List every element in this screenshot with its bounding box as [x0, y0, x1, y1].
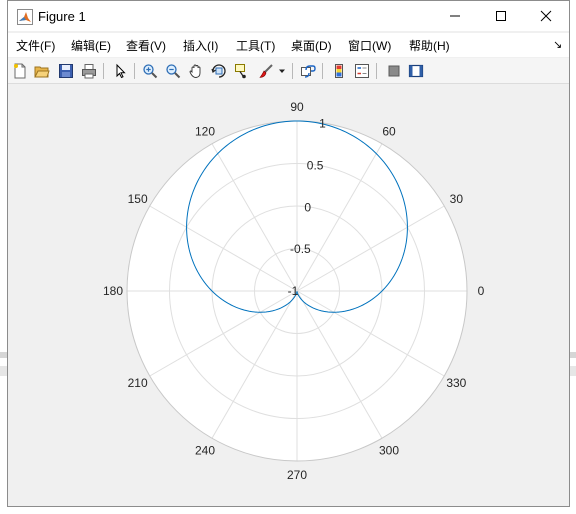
pan-hand-icon [189, 64, 201, 78]
toolbar [8, 58, 569, 84]
toolbar-separator [376, 63, 377, 79]
window-title: Figure 1 [38, 9, 86, 24]
theta-tick-label: 300 [379, 443, 399, 457]
new-figure-icon [14, 63, 26, 79]
menu-overflow-arrow[interactable]: ↘ [553, 38, 562, 51]
r-tick-label: -1 [288, 284, 299, 298]
menu-file[interactable]: 文件(F) [16, 37, 55, 54]
maximize-icon [496, 11, 506, 21]
toolbar-separator [322, 63, 323, 79]
hide-plot-tools-button[interactable] [384, 61, 404, 81]
close-button[interactable] [523, 1, 569, 31]
brush-dropdown-button[interactable] [276, 61, 288, 81]
menu-window[interactable]: 窗口(W) [348, 37, 391, 54]
menu-edit[interactable]: 编辑(E) [71, 37, 111, 54]
title-bar[interactable]: Figure 1 [8, 1, 569, 31]
r-tick-label: 0 [304, 200, 311, 214]
chevron-down-icon [279, 69, 285, 73]
figure-window: Figure 1 文件(F) 编辑(E) 查看(V) 插入(I) 工具(T) 桌… [7, 0, 570, 507]
figure-canvas[interactable]: 0 30 60 90 120 150 180 210 240 270 300 330 -1 -0.5 0 0.… [8, 85, 569, 506]
print-button[interactable] [79, 61, 99, 81]
toolbar-separator [292, 63, 293, 79]
theta-tick-label: 270 [287, 468, 307, 482]
zoom-in-icon [143, 64, 158, 79]
maximize-button[interactable] [478, 1, 524, 31]
theta-tick-label: 60 [382, 125, 396, 139]
theta-tick-label: 120 [195, 125, 215, 139]
brush-icon [259, 64, 273, 78]
minimize-button[interactable] [432, 1, 478, 31]
show-plot-tools-icon [408, 64, 424, 78]
menu-help[interactable]: 帮助(H) [409, 37, 450, 54]
zoom-out-button[interactable] [163, 61, 183, 81]
zoom-in-button[interactable] [140, 61, 160, 81]
open-file-icon [34, 66, 50, 78]
r-tick-label: 0.5 [307, 158, 324, 172]
insert-legend-icon [355, 64, 369, 78]
zoom-out-icon [166, 64, 181, 79]
theta-tick-label: 0 [478, 284, 485, 298]
theta-tick-label: 240 [195, 443, 215, 457]
theta-tick-label: 150 [128, 192, 148, 206]
r-tick-label: -0.5 [290, 242, 311, 256]
insert-colorbar-button[interactable] [329, 61, 349, 81]
pan-button[interactable] [186, 61, 206, 81]
hide-plot-tools-icon [388, 65, 400, 77]
menu-desktop[interactable]: 桌面(D) [291, 37, 332, 54]
show-plot-tools-button[interactable] [406, 61, 426, 81]
toolbar-separator [134, 63, 135, 79]
toolbar-separator [103, 63, 104, 79]
save-button[interactable] [56, 61, 76, 81]
insert-legend-button[interactable] [352, 61, 372, 81]
edit-plot-arrow-icon [116, 63, 126, 79]
theta-tick-label: 210 [128, 376, 148, 390]
new-figure-button[interactable] [10, 61, 30, 81]
edit-plot-button[interactable] [110, 61, 130, 81]
minimize-icon [450, 15, 460, 17]
data-cursor-icon [235, 64, 246, 79]
theta-tick-label: 90 [290, 100, 304, 114]
matlab-logo-icon [17, 9, 33, 25]
rotate-3d-button[interactable] [209, 61, 229, 81]
data-cursor-button[interactable] [232, 61, 252, 81]
menu-insert[interactable]: 插入(I) [183, 37, 218, 54]
theta-tick-label: 30 [450, 192, 464, 206]
link-plot-button[interactable] [298, 61, 318, 81]
print-icon [82, 64, 96, 79]
rotate-3d-icon [211, 64, 226, 78]
open-file-button[interactable] [32, 61, 52, 81]
link-plot-icon [301, 65, 316, 78]
save-icon [59, 64, 73, 78]
menu-view[interactable]: 查看(V) [126, 37, 166, 54]
menu-bar: 文件(F) 编辑(E) 查看(V) 插入(I) 工具(T) 桌面(D) 窗口(W… [8, 33, 569, 57]
theta-tick-label: 180 [103, 284, 123, 298]
brush-button[interactable] [256, 61, 276, 81]
insert-colorbar-icon [335, 64, 343, 78]
r-tick-label: 1 [319, 117, 326, 131]
close-icon [540, 10, 552, 22]
menu-tools[interactable]: 工具(T) [236, 37, 275, 54]
theta-tick-label: 330 [446, 376, 466, 390]
polar-axes[interactable]: 0 30 60 90 120 150 180 210 240 270 300 330 -1 -0.5 0 0.… [8, 85, 569, 506]
